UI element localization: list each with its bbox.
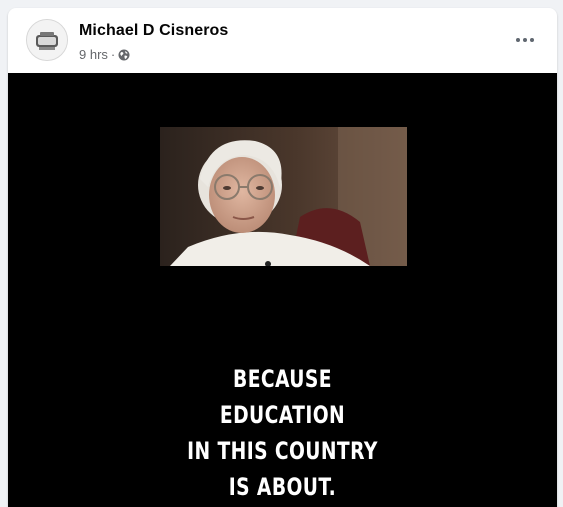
author-avatar[interactable]	[26, 19, 68, 61]
globe-icon	[118, 49, 130, 61]
author-name[interactable]: Michael D Cisneros	[79, 22, 228, 40]
video-inset-frame	[160, 127, 407, 266]
post-meta: 9 hrs ·	[79, 47, 130, 62]
video-player[interactable]: BECAUSE EDUCATION IN THIS COUNTRY IS ABO…	[8, 73, 557, 507]
caption-line: BECAUSE	[233, 365, 332, 393]
avatar-image	[27, 20, 67, 60]
video-frame-image	[160, 127, 407, 266]
post-time[interactable]: 9 hrs	[79, 47, 108, 62]
more-options-icon[interactable]	[509, 28, 541, 52]
caption-line: IS ABOUT.	[228, 473, 337, 501]
video-caption: BECAUSE EDUCATION IN THIS COUNTRY IS ABO…	[68, 361, 496, 505]
caption-line: IN THIS COUNTRY	[187, 437, 378, 465]
post-header: Michael D Cisneros 9 hrs ·	[8, 8, 557, 73]
meta-separator: ·	[110, 47, 116, 62]
facebook-post: Michael D Cisneros 9 hrs · BECAUSE EDUCA…	[8, 8, 557, 507]
caption-line: EDUCATION	[219, 401, 346, 429]
